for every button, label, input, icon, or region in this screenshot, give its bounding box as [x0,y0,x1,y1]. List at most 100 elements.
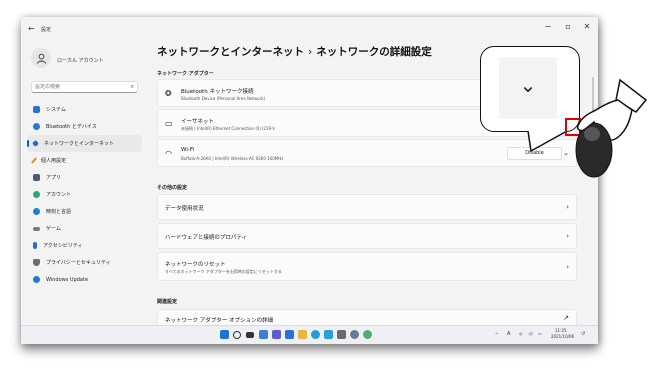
store-icon[interactable] [324,330,333,339]
apps-icon [33,174,40,181]
adapter-title: イーサネット [181,119,214,125]
volume-icon[interactable]: ◁) [528,331,533,336]
sidebar-nav: システム Bluetooth とデバイス ネットワークとインターネット 個人用設… [27,101,142,288]
system-icon [33,106,40,113]
breadcrumb-separator: › [308,46,313,58]
sidebar-item-label: Windows Update [46,276,89,283]
row-title: データ使用状況 [165,206,204,212]
ethernet-icon: ▭ [165,119,173,128]
network-tray-icon[interactable]: ◎ [519,331,523,336]
adapter-row-wifi[interactable]: ◠ Wi-Fi Buffalo-A-26A0 | Intel(R) Wirele… [157,139,577,167]
sidebar-item-network[interactable]: ネットワークとインターネット [27,135,142,152]
bluetooth-network-icon: ❂ [165,89,172,98]
start-icon[interactable] [220,330,229,339]
breadcrumb: ネットワークとインターネット › ネットワークの詳細設定 [157,44,432,59]
page-title: ネットワークの詳細設定 [316,46,432,58]
brush-icon [30,157,38,164]
row-title: ネットワークのリセット [165,262,226,268]
folder-icon[interactable] [298,330,307,339]
sidebar-item-label: 時刻と言語 [46,209,72,215]
wifi-icon: ◠ [165,149,172,158]
minimize-button[interactable]: − [540,22,556,31]
row-title: ネットワーク アダプター オプションの詳細 [165,318,273,324]
close-button[interactable]: ✕ [579,22,595,31]
sidebar-item-label: Bluetooth とデバイス [46,124,97,130]
account-name: ローカル アカウント [57,58,104,64]
search-icon[interactable] [233,331,241,339]
adapter-subtitle: Buffalo-A-26A0 | Intel(R) Wireless-AC 92… [181,156,284,161]
gamepad-icon [33,226,40,231]
sidebar-item-privacy[interactable]: プライバシーとセキュリティ [27,254,142,271]
sidebar-item-label: プライバシーとセキュリティ [46,260,111,266]
adapter-subtitle: Bluetooth Device (Personal Area Network) [181,96,266,101]
calculator-icon[interactable] [337,330,346,339]
sidebar-item-label: 個人用設定 [41,158,67,164]
row-network-reset[interactable]: ネットワークのリセット すべてのネットワーク アダプターを出荷時の設定にリセット… [157,252,577,281]
chat-icon[interactable] [272,330,281,339]
mail-icon[interactable] [285,330,294,339]
sidebar-item-label: アプリ [46,175,62,181]
sidebar-item-label: システム [46,107,66,113]
clock-time[interactable]: 11:25 [555,328,567,333]
sidebar-item-apps[interactable]: アプリ [27,169,142,186]
user-icon [36,53,46,64]
sidebar-item-label: ゲーム [46,226,61,232]
callout-zoom-area: ⌄ [499,57,557,119]
row-subtitle: すべてのネットワーク アダプターを出荷時の設定にリセットする [165,269,282,274]
app-icon[interactable] [363,330,372,339]
tray-chevron-up-icon[interactable]: ^ [495,332,498,337]
search-box[interactable]: ⌕ [31,81,138,93]
section-title-related: 関連設定 [157,299,178,305]
chevron-right-icon: › [566,232,569,240]
adapter-title: Wi-Fi [181,147,195,153]
adapter-title: Bluetooth ネットワーク接続 [181,89,254,95]
network-icon [31,139,40,148]
section-title-adapters: ネットワーク アダプター [157,71,214,77]
sidebar-item-accounts[interactable]: アカウント [27,186,142,203]
sidebar: ローカル アカウント ⌕ システム Bluetooth とデバイス ネットワーク… [21,43,146,333]
section-title-other: その他の設定 [157,185,188,191]
sidebar-item-label: アクセシビリティ [43,243,83,249]
bluetooth-icon [33,123,40,130]
chevron-down-icon: ⌄ [519,73,537,97]
notification-icon[interactable]: ↺ [581,331,585,337]
sidebar-item-accessibility[interactable]: アクセシビリティ [27,237,142,254]
maximize-button[interactable]: ▫ [560,22,576,31]
sidebar-item-label: ネットワークとインターネット [44,141,115,147]
back-arrow-icon[interactable]: ← [28,24,35,33]
clock-date[interactable]: 2021/10/06 [551,334,574,339]
account-icon [33,191,40,198]
edge-icon[interactable] [311,330,320,339]
sidebar-item-personalization[interactable]: 個人用設定 [27,152,142,169]
pointing-hand-icon [575,78,648,178]
globe-clock-icon [33,208,40,215]
sidebar-item-system[interactable]: システム [27,101,142,118]
sidebar-item-time-language[interactable]: 時刻と言語 [27,203,142,220]
chevron-right-icon: › [566,263,569,271]
input-language[interactable]: A [507,331,510,337]
breadcrumb-parent[interactable]: ネットワークとインターネット [157,46,304,58]
battery-icon[interactable]: ▭ [538,331,542,336]
avatar[interactable] [31,48,51,68]
taskbar: ^ A ◎ ◁) ▭ 11:25 2021/10/06 ↺ [21,325,598,344]
sidebar-item-gaming[interactable]: ゲーム [27,220,142,237]
accessibility-icon [33,242,37,249]
task-view-icon[interactable] [246,332,254,338]
app-title: 設定 [41,27,52,33]
settings-gear-icon[interactable] [350,330,359,339]
external-link-icon: ↗ [563,314,569,322]
search-icon: ⌕ [130,83,134,90]
sidebar-item-bluetooth[interactable]: Bluetooth とデバイス [27,118,142,135]
chevron-right-icon: › [566,203,569,211]
row-data-usage[interactable]: データ使用状況 › [157,194,577,220]
update-icon [33,276,40,283]
row-title: ハードウェアと接続のプロパティ [165,235,248,241]
shield-icon [33,259,40,266]
search-input[interactable] [35,84,125,90]
widgets-icon[interactable] [259,330,268,339]
adapter-subtitle: 未接続 | Intel(R) Ethernet Connection (6) I… [181,126,276,131]
sidebar-item-windows-update[interactable]: Windows Update [27,271,142,288]
title-bar: ← 設定 − ▫ ✕ [21,17,598,43]
row-hardware-properties[interactable]: ハードウェアと接続のプロパティ › [157,223,577,249]
sidebar-item-label: アカウント [46,192,72,198]
